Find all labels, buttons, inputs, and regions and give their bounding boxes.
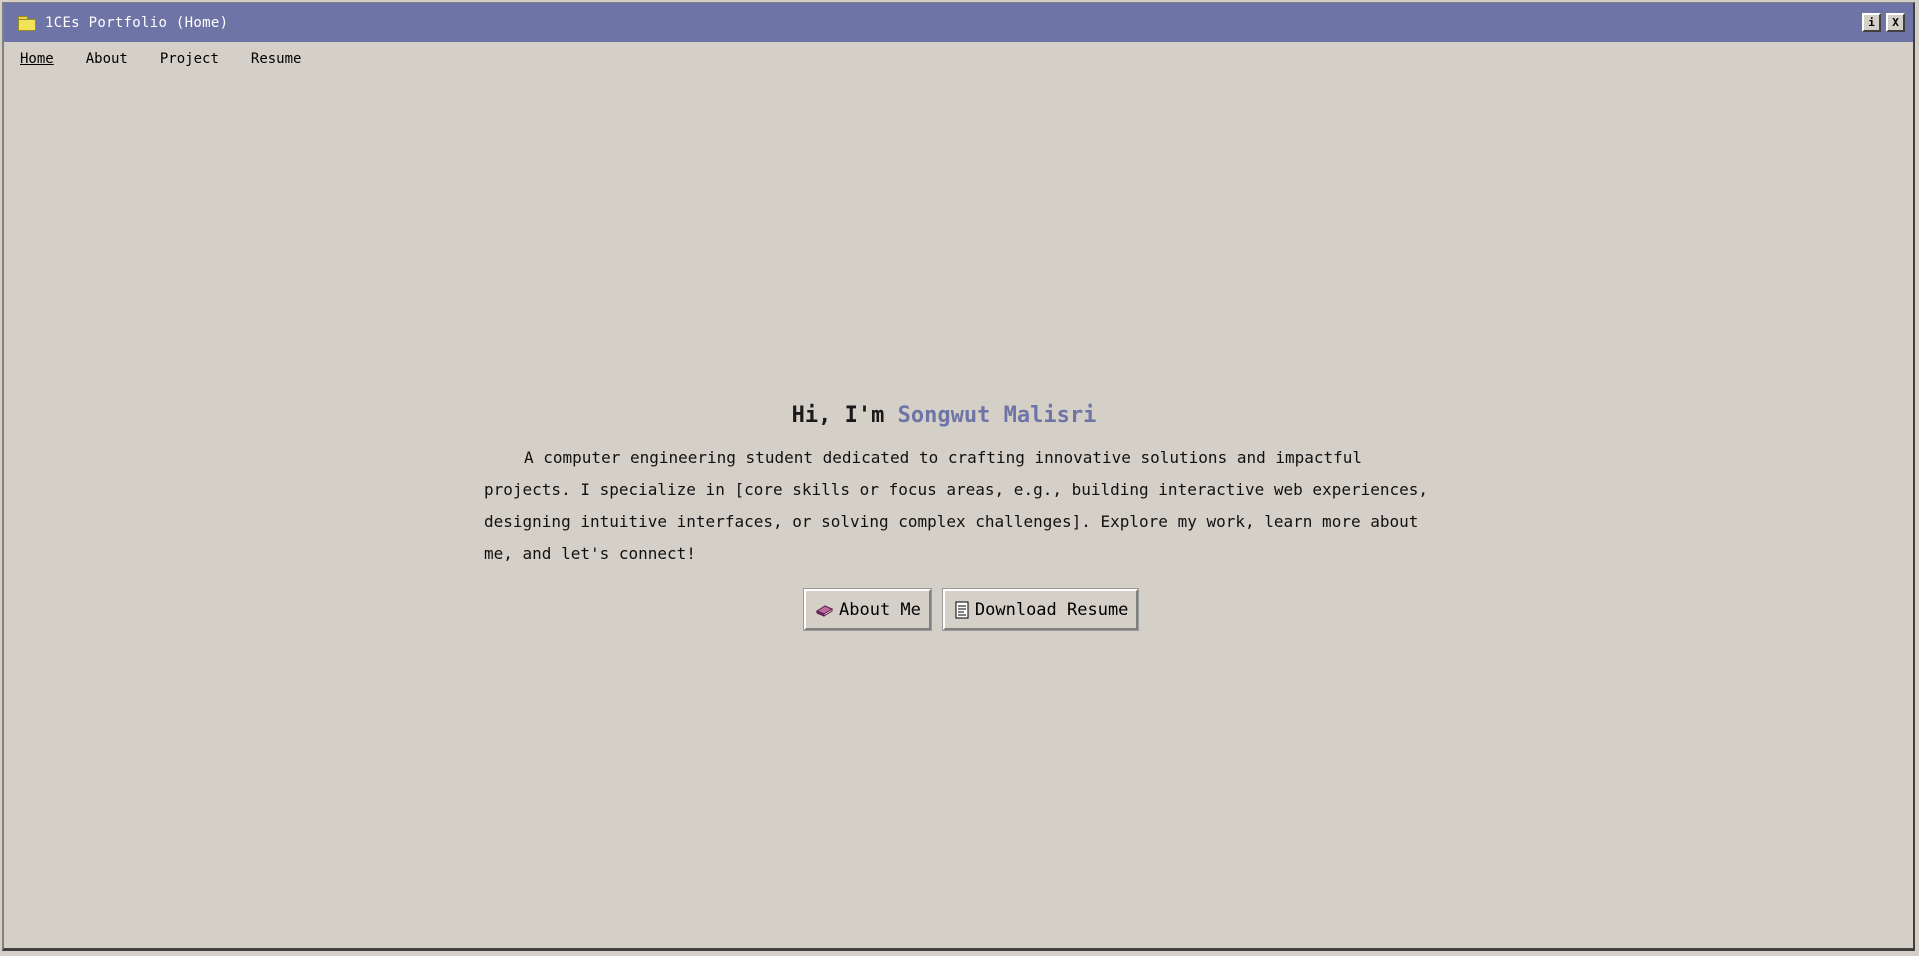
hero-buttons: About Me Download Resume [803,588,1140,631]
about-me-button[interactable]: About Me [803,588,932,631]
document-icon [955,601,969,619]
menu-item-home[interactable]: Home [20,51,54,67]
window-title: 1CEs Portfolio (Home) [45,14,229,31]
download-resume-label: Download Resume [974,599,1129,620]
hero-name: Songwut Malisri [897,403,1097,428]
app-window: 1CEs Portfolio (Home) i X Home About Pro… [2,2,1915,951]
hero-description: A computer engineering student dedicated… [484,448,1429,563]
title-buttons: i X [1862,13,1905,32]
about-me-label: About Me [839,599,921,620]
folder-icon [18,15,36,31]
book-icon [816,603,833,617]
hero-section: Hi, I'm Songwut Malisri A computer engin… [484,403,1444,631]
close-button[interactable]: X [1886,13,1905,32]
menu-item-about[interactable]: About [86,51,128,67]
menu-bar: Home About Project Resume [4,51,317,67]
hero-greeting: Hi, I'm [791,403,898,428]
title-bar[interactable]: 1CEs Portfolio (Home) i X [4,3,1913,42]
hero-heading: Hi, I'm Songwut Malisri [464,403,1424,428]
menu-item-resume[interactable]: Resume [251,51,302,67]
info-button[interactable]: i [1862,13,1881,32]
menu-item-project[interactable]: Project [160,51,219,67]
download-resume-button[interactable]: Download Resume [941,588,1140,631]
